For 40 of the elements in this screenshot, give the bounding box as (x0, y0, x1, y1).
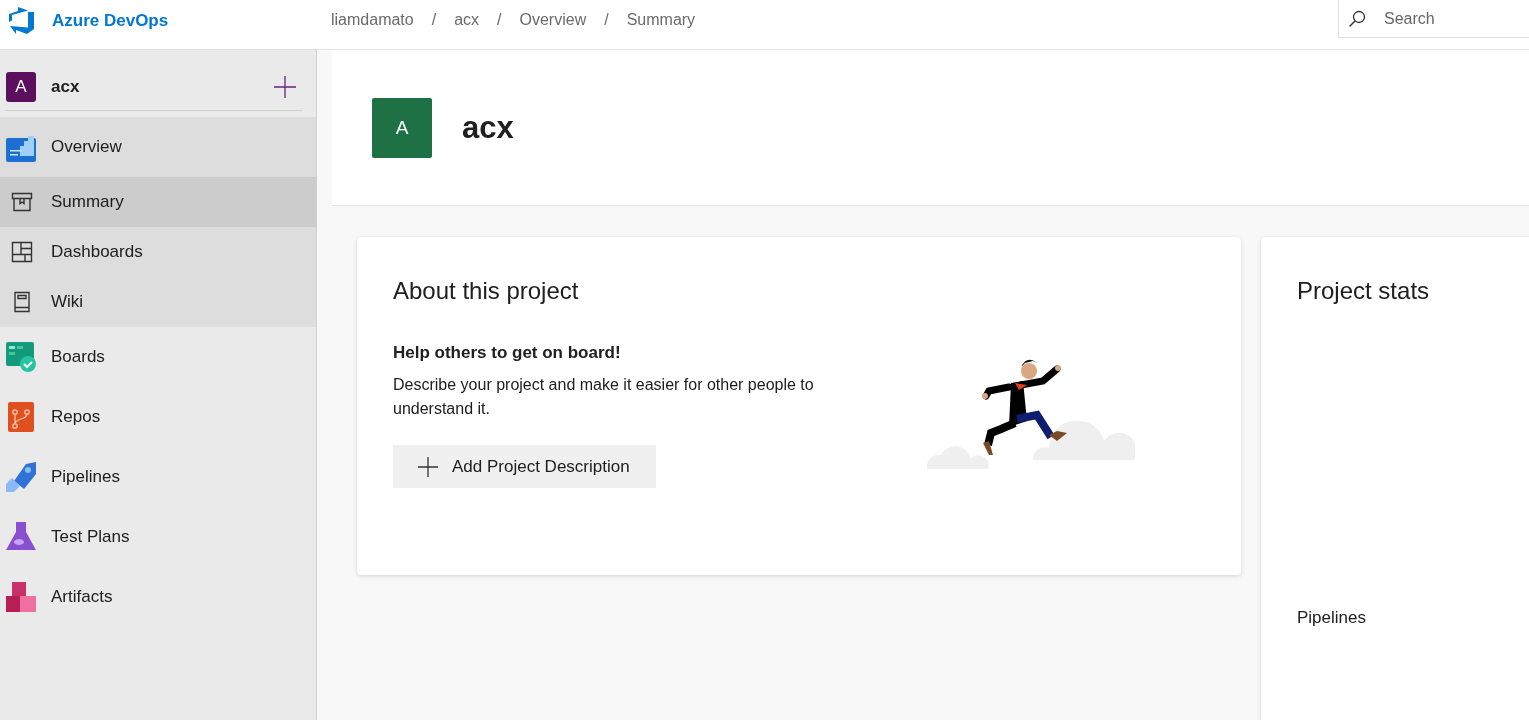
summary-icon (11, 191, 33, 213)
nav-item[interactable]: Pipelines (0, 447, 316, 507)
project-avatar: A (6, 72, 36, 102)
pipelines-icon (6, 462, 36, 492)
breadcrumb-separator: / (497, 11, 502, 29)
project-title: acx (462, 109, 514, 146)
nav-item[interactable]: Wiki (0, 277, 316, 327)
breadcrumb-link[interactable]: acx (454, 11, 480, 29)
repos-icon (6, 402, 36, 432)
nav-item[interactable]: Test Plans (0, 507, 316, 567)
nav-item[interactable]: Repos (0, 387, 316, 447)
wiki-icon (11, 291, 33, 313)
breadcrumb-link[interactable]: Overview (519, 11, 587, 29)
dashboards-icon (11, 241, 33, 263)
testplans-icon (6, 522, 36, 552)
search-field[interactable]: Search (1338, 0, 1529, 38)
plus-icon (418, 456, 438, 477)
card-title: Project stats (1297, 277, 1431, 305)
card-title: About this project (393, 277, 580, 305)
devops-logo-icon (8, 7, 36, 35)
project-avatar: A (372, 97, 432, 158)
nav-item[interactable]: Artifacts (0, 567, 316, 627)
nav-item[interactable]: Summary (0, 177, 316, 227)
product-name[interactable]: Azure DevOps (52, 11, 169, 31)
add-description-button[interactable]: Add Project Description (393, 445, 656, 488)
nav-item[interactable]: Overview (0, 117, 316, 177)
nav-item[interactable]: Boards (0, 327, 316, 387)
boards-icon (6, 342, 36, 372)
artifacts-icon (6, 582, 36, 612)
search-icon (1348, 10, 1366, 28)
breadcrumb-link[interactable]: liamdamato (331, 11, 414, 29)
help-heading: Help others to get on board! (393, 343, 622, 363)
nav-item[interactable]: Dashboards (0, 227, 316, 277)
plus-icon[interactable] (274, 76, 296, 98)
stats-section-label: Pipelines (1297, 608, 1367, 628)
breadcrumb-separator: / (604, 11, 609, 29)
breadcrumb-link[interactable]: Summary (626, 11, 696, 29)
project-name[interactable]: acx (51, 77, 274, 97)
breadcrumb-separator: / (431, 11, 437, 29)
project-description-text: Describe your project and make it easier for other people to understand it. (393, 375, 815, 419)
